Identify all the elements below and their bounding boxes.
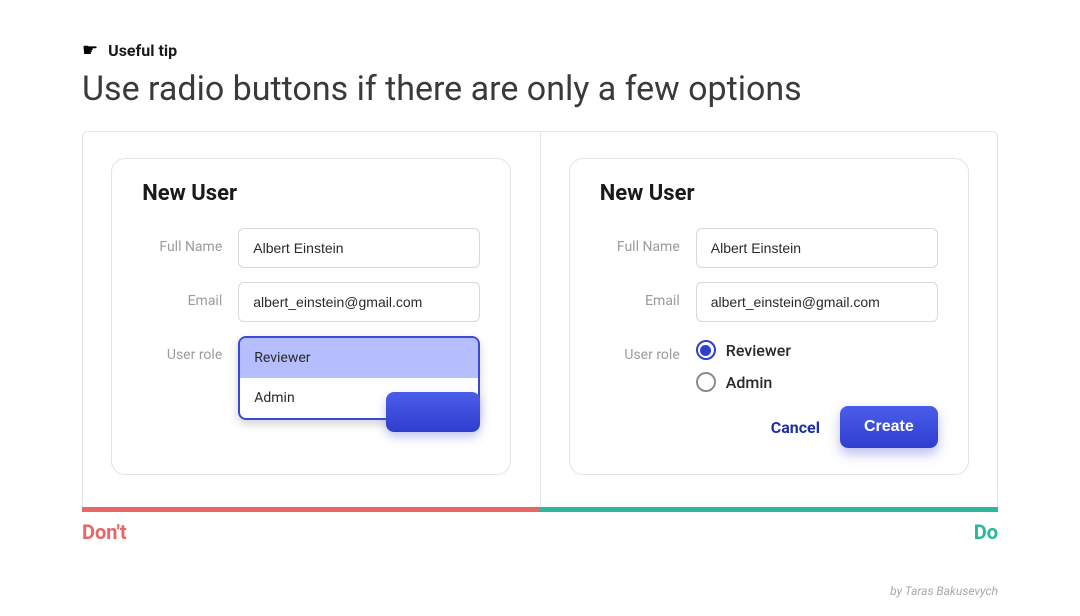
do-label: Do [974,520,998,544]
card-dont: New User Full Name Email User role Revie… [111,158,511,475]
radio-icon [696,372,716,392]
author-credit: by Taras Bakusevych [890,584,998,598]
headline: Use radio buttons if there are only a fe… [82,69,998,109]
comparison-labels: Don't Do [82,512,998,552]
dont-underline [82,507,540,512]
full-name-input[interactable] [238,228,480,268]
card-do: New User Full Name Email User role Revie… [569,158,969,475]
radio-reviewer[interactable]: Reviewer [696,340,938,360]
cancel-button[interactable]: Cancel [771,418,820,437]
full-name-label: Full Name [142,228,222,255]
email-label: Email [600,282,680,309]
dropdown-option-reviewer[interactable]: Reviewer [240,338,478,378]
radio-icon [696,340,716,360]
email-label: Email [142,282,222,309]
full-name-input[interactable] [696,228,938,268]
do-underline [540,507,998,512]
dont-label: Don't [82,520,127,544]
radio-label: Reviewer [726,341,791,360]
comparison-container: New User Full Name Email User role Revie… [82,131,998,507]
hand-point-icon: ☛ [82,40,98,61]
tip-label: Useful tip [108,41,177,60]
card-title: New User [600,181,938,206]
radio-admin[interactable]: Admin [696,372,938,392]
radio-label: Admin [726,373,773,392]
email-input[interactable] [238,282,480,322]
email-input[interactable] [696,282,938,322]
card-title: New User [142,181,480,206]
comparison-underline [82,507,998,512]
tip-row: ☛ Useful tip [82,40,998,61]
create-button[interactable]: Create [840,406,938,448]
create-button-obscured[interactable] [386,392,480,432]
full-name-label: Full Name [600,228,680,255]
user-role-label: User role [600,336,680,363]
do-pane: New User Full Name Email User role Revie… [541,132,998,507]
dont-pane: New User Full Name Email User role Revie… [83,132,541,507]
user-role-label: User role [142,336,222,363]
